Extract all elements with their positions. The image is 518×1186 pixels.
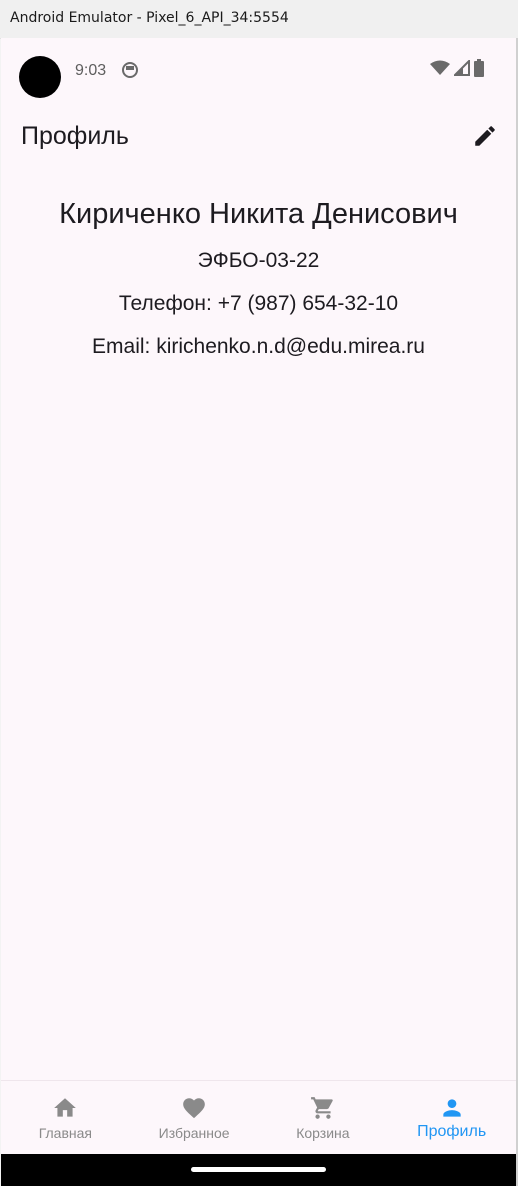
- bottom-navigation: Главная Избранное Корзина Профиль: [1, 1080, 516, 1154]
- edit-icon: [472, 123, 498, 154]
- window-titlebar[interactable]: Android Emulator - Pixel_6_API_34:5554: [0, 0, 518, 39]
- edit-profile-button[interactable]: [467, 120, 503, 156]
- device-screen: 9:03 Профиль Кириченко Никита Денисович …: [1, 38, 516, 1154]
- profile-email: Email: kirichenko.n.d@edu.mirea.ru: [92, 335, 425, 358]
- wifi-icon: [430, 60, 450, 81]
- nav-item-cart[interactable]: Корзина: [259, 1081, 388, 1154]
- home-gesture-handle[interactable]: [191, 1167, 326, 1172]
- cart-icon: [310, 1095, 336, 1121]
- home-icon: [52, 1095, 78, 1121]
- page-title: Профиль: [21, 122, 129, 150]
- nav-item-profile[interactable]: Профиль: [387, 1081, 516, 1154]
- status-time: 9:03: [75, 62, 107, 79]
- nav-label-cart: Корзина: [296, 1125, 350, 1141]
- camera-cutout: [19, 56, 61, 98]
- notification-icon: [121, 61, 139, 79]
- nav-label-profile: Профиль: [417, 1123, 487, 1140]
- emulator-window: Android Emulator - Pixel_6_API_34:5554 9…: [0, 0, 518, 1186]
- nav-label-home: Главная: [38, 1125, 93, 1141]
- nav-label-favorites: Избранное: [158, 1125, 230, 1141]
- nav-item-favorites[interactable]: Избранное: [130, 1081, 259, 1154]
- gesture-bar: [1, 1154, 516, 1186]
- profile-phone: Телефон: +7 (987) 654-32-10: [118, 292, 399, 315]
- status-icons: [430, 58, 484, 82]
- person-icon: [439, 1095, 465, 1121]
- profile-full-name: Кириченко Никита Денисович: [59, 198, 458, 230]
- profile-info: Кириченко Никита Денисович ЭФБО-03-22 Те…: [1, 194, 516, 361]
- battery-icon: [474, 58, 484, 82]
- profile-group: ЭФБО-03-22: [197, 249, 320, 272]
- signal-icon: [452, 58, 470, 81]
- window-title: Android Emulator - Pixel_6_API_34:5554: [10, 10, 289, 26]
- heart-icon: [181, 1095, 207, 1121]
- nav-item-home[interactable]: Главная: [1, 1081, 130, 1154]
